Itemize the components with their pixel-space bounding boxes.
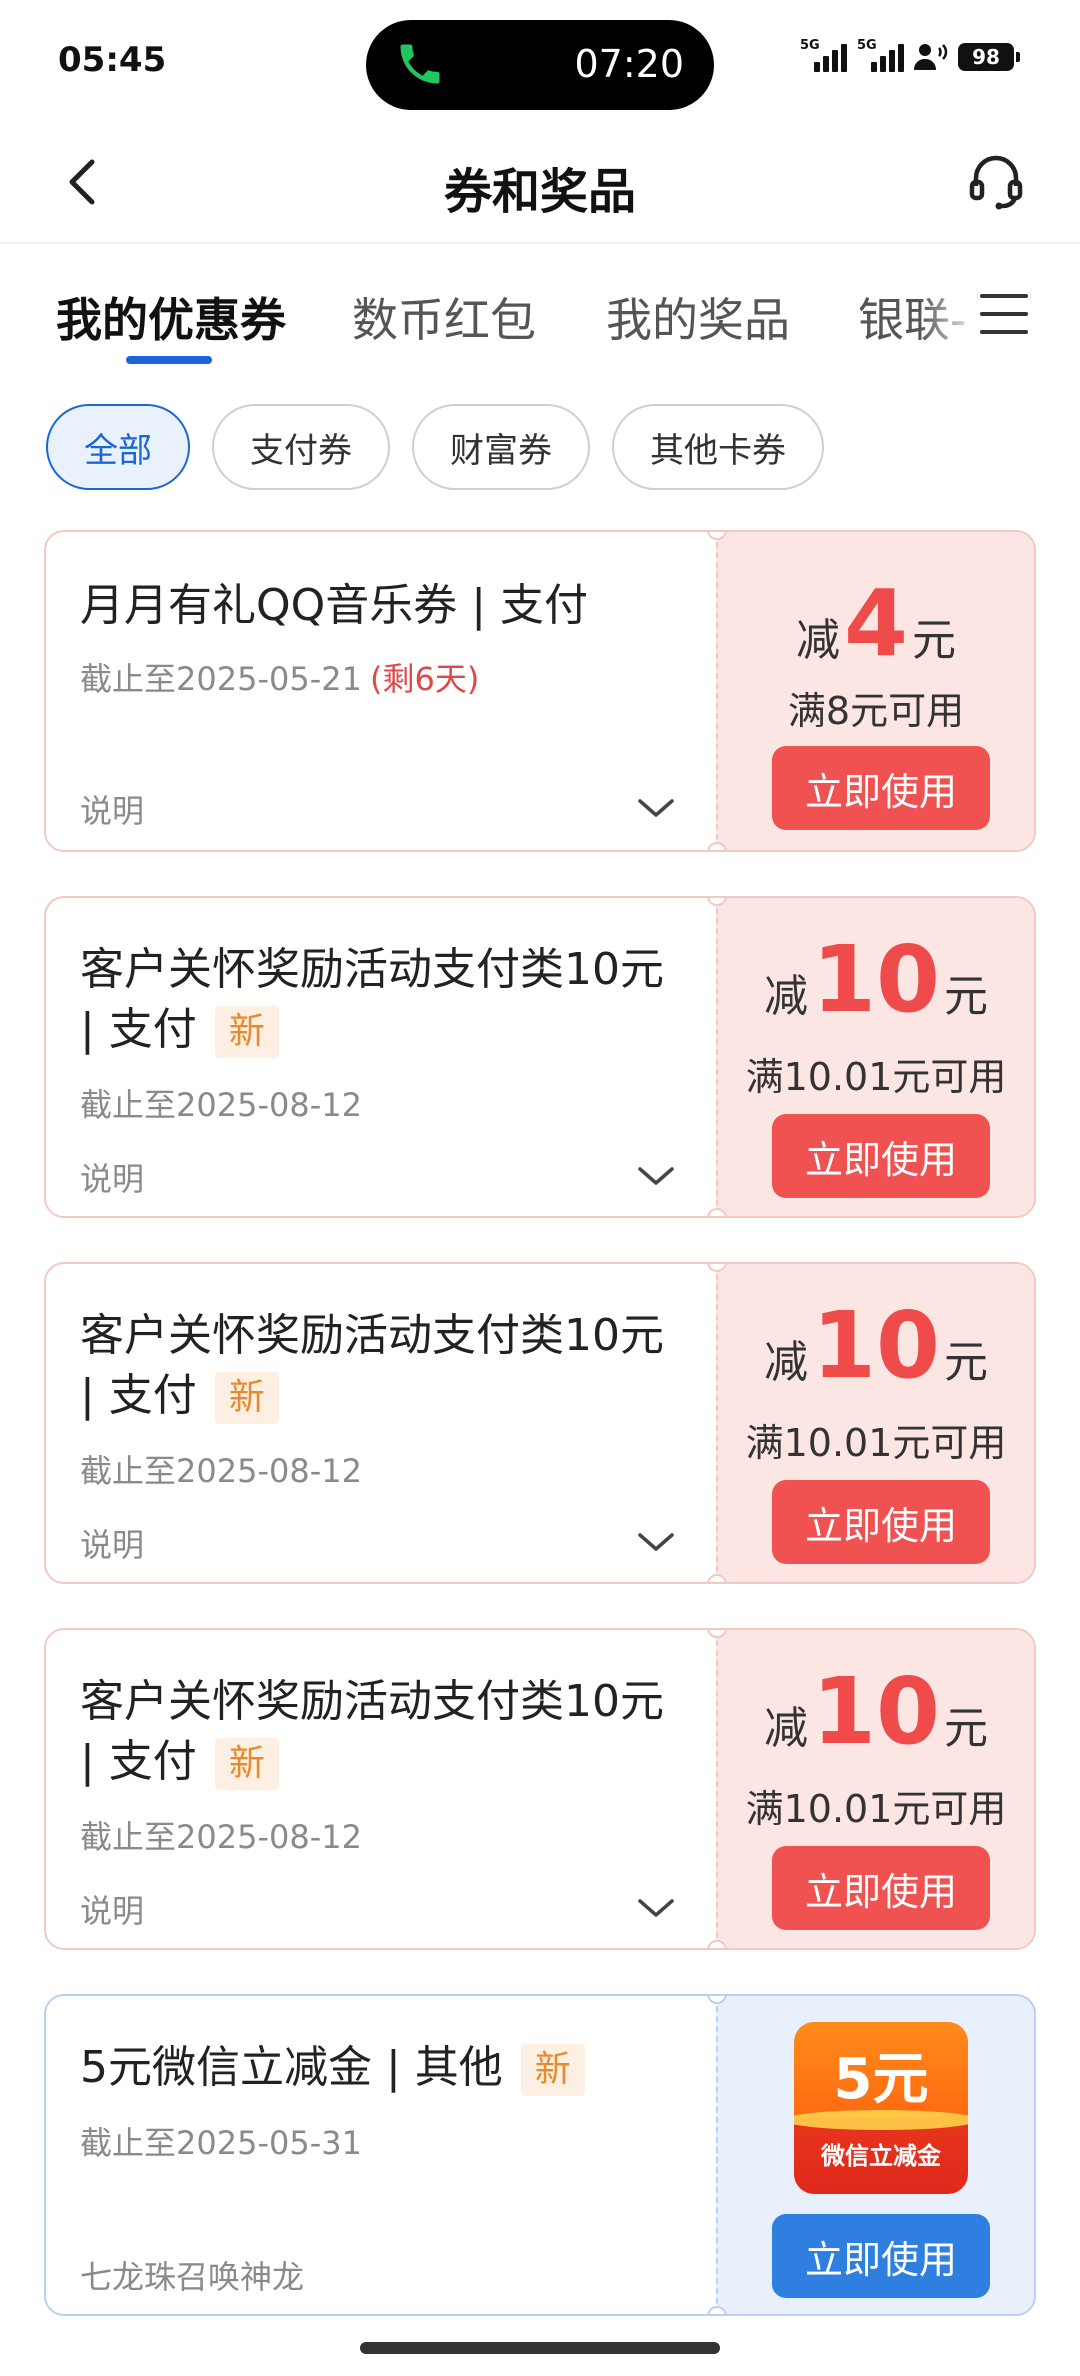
tab-my-coupons[interactable]: 我的优惠券 xyxy=(56,284,286,350)
ongoing-call-pill[interactable]: 07:20 xyxy=(366,20,714,110)
coupon-info: 客户关怀奖励活动支付类10元 | 支付新 截止至2025-08-12 说明 xyxy=(46,1264,714,1582)
hd-call-icon xyxy=(914,44,948,70)
filter-wealth-coupons[interactable]: 财富券 xyxy=(412,404,590,490)
home-indicator[interactable] xyxy=(360,2342,720,2354)
new-tag: 新 xyxy=(520,2044,585,2096)
use-now-button[interactable]: 立即使用 xyxy=(772,1114,990,1198)
coupon-description-label[interactable]: 说明 xyxy=(80,1154,144,1200)
tab-digital-red-packets[interactable]: 数币红包 xyxy=(352,284,536,350)
coupon-description-label[interactable]: 说明 xyxy=(80,1520,144,1566)
call-duration: 07:20 xyxy=(574,42,684,86)
coupon-amount: 减10元 xyxy=(763,1658,989,1765)
filter-all[interactable]: 全部 xyxy=(46,404,190,490)
use-now-button[interactable]: 立即使用 xyxy=(772,1846,990,1930)
badge-amount: 5元 xyxy=(833,2047,929,2112)
use-now-button[interactable]: 立即使用 xyxy=(772,2214,990,2298)
customer-service-icon[interactable] xyxy=(964,150,1028,214)
use-now-button[interactable]: 立即使用 xyxy=(772,1480,990,1564)
coupon-card[interactable]: 客户关怀奖励活动支付类10元 | 支付新 截止至2025-08-12 说明 减1… xyxy=(44,896,1036,1218)
coupon-value-panel: 减10元 满10.01元可用 立即使用 xyxy=(716,898,1034,1216)
phone-icon xyxy=(400,44,440,84)
badge-label: 微信立减金 xyxy=(821,2142,941,2170)
signal-5g-icon: 5G xyxy=(857,38,904,72)
coupon-amount: 减10元 xyxy=(763,926,989,1033)
coupon-condition: 满8元可用 xyxy=(787,689,965,733)
coupon-amount: 减4元 xyxy=(795,570,956,677)
page-title: 券和奖品 xyxy=(443,164,636,220)
coupon-expiry: 截止至2025-05-21 (剩6天) xyxy=(80,660,480,698)
coupon-card[interactable]: 客户关怀奖励活动支付类10元 | 支付新 截止至2025-08-12 说明 减1… xyxy=(44,1628,1036,1950)
days-remaining: (剩6天) xyxy=(369,660,480,698)
status-icons: 5G 5G 98 xyxy=(800,38,1020,72)
category-tabs: 我的优惠券 数币红包 我的奖品 银联- xyxy=(0,244,1080,374)
coupon-info: 5元微信立减金 | 其他新 截止至2025-05-31 七龙珠召唤神龙 xyxy=(46,1996,714,2314)
coupon-condition: 满10.01元可用 xyxy=(745,1421,1007,1465)
signal-5g-icon: 5G xyxy=(800,38,847,72)
nav-bar: 券和奖品 xyxy=(0,120,1080,244)
chevron-down-icon[interactable] xyxy=(636,788,676,828)
coupon-info: 客户关怀奖励活动支付类10元 | 支付新 截止至2025-08-12 说明 xyxy=(46,898,714,1216)
coupon-info: 客户关怀奖励活动支付类10元 | 支付新 截止至2025-08-12 说明 xyxy=(46,1630,714,1948)
tab-fade xyxy=(920,274,980,354)
coupon-expiry: 截止至2025-08-12 xyxy=(80,1452,362,1490)
battery-icon: 98 xyxy=(958,43,1020,71)
new-tag: 新 xyxy=(214,1372,279,1424)
coupon-info: 月月有礼QQ音乐券 | 支付 截止至2025-05-21 (剩6天) 说明 xyxy=(46,532,714,850)
coupon-value-panel: 减10元 满10.01元可用 立即使用 xyxy=(716,1264,1034,1582)
coupon-title: 月月有礼QQ音乐券 | 支付 xyxy=(80,580,589,631)
coupon-amount: 减10元 xyxy=(763,1292,989,1399)
coupon-source-label: 七龙珠召唤神龙 xyxy=(80,2258,305,2296)
tab-my-prizes[interactable]: 我的奖品 xyxy=(606,284,790,350)
active-tab-indicator xyxy=(126,356,212,364)
coupon-card[interactable]: 客户关怀奖励活动支付类10元 | 支付新 截止至2025-08-12 说明 减1… xyxy=(44,1262,1036,1584)
coupon-value-panel: 减10元 满10.01元可用 立即使用 xyxy=(716,1630,1034,1948)
chevron-down-icon[interactable] xyxy=(636,1522,676,1562)
coupon-expiry: 截止至2025-08-12 xyxy=(80,1818,362,1856)
status-bar: 05:45 07:20 5G 5G 98 xyxy=(0,0,1080,120)
new-tag: 新 xyxy=(214,1738,279,1790)
coupon-value-panel: 减4元 满8元可用 立即使用 xyxy=(716,532,1034,850)
coupon-description-label[interactable]: 说明 xyxy=(80,1886,144,1932)
menu-icon[interactable] xyxy=(978,288,1030,340)
coupon-card[interactable]: 5元微信立减金 | 其他新 截止至2025-05-31 七龙珠召唤神龙 5元 微… xyxy=(44,1994,1036,2316)
coupon-title: 客户关怀奖励活动支付类10元 | 支付新 xyxy=(80,1306,690,1426)
chevron-down-icon[interactable] xyxy=(636,1888,676,1928)
coupon-card[interactable]: 月月有礼QQ音乐券 | 支付 截止至2025-05-21 (剩6天) 说明 减4元… xyxy=(44,530,1036,852)
coupon-condition: 满10.01元可用 xyxy=(745,1787,1007,1831)
coupon-title: 客户关怀奖励活动支付类10元 | 支付新 xyxy=(80,940,690,1060)
coupon-condition: 满10.01元可用 xyxy=(745,1055,1007,1099)
coupon-title: 5元微信立减金 | 其他新 xyxy=(80,2038,690,2098)
chevron-down-icon[interactable] xyxy=(636,1156,676,1196)
new-tag: 新 xyxy=(214,1006,279,1058)
coupon-expiry: 截止至2025-08-12 xyxy=(80,1086,362,1124)
coupon-expiry: 截止至2025-05-31 xyxy=(80,2124,362,2162)
coupon-title: 客户关怀奖励活动支付类10元 | 支付新 xyxy=(80,1672,690,1792)
filter-payment-coupons[interactable]: 支付券 xyxy=(212,404,390,490)
filter-other-cards[interactable]: 其他卡券 xyxy=(612,404,824,490)
filter-chips: 全部 支付券 财富券 其他卡券 xyxy=(46,404,824,490)
coupon-value-panel: 5元 微信立减金 立即使用 xyxy=(716,1996,1034,2314)
status-time: 05:45 xyxy=(58,40,167,80)
coupon-description-label[interactable]: 说明 xyxy=(80,786,144,832)
wechat-cash-badge: 5元 微信立减金 xyxy=(794,2022,968,2194)
use-now-button[interactable]: 立即使用 xyxy=(772,746,990,830)
